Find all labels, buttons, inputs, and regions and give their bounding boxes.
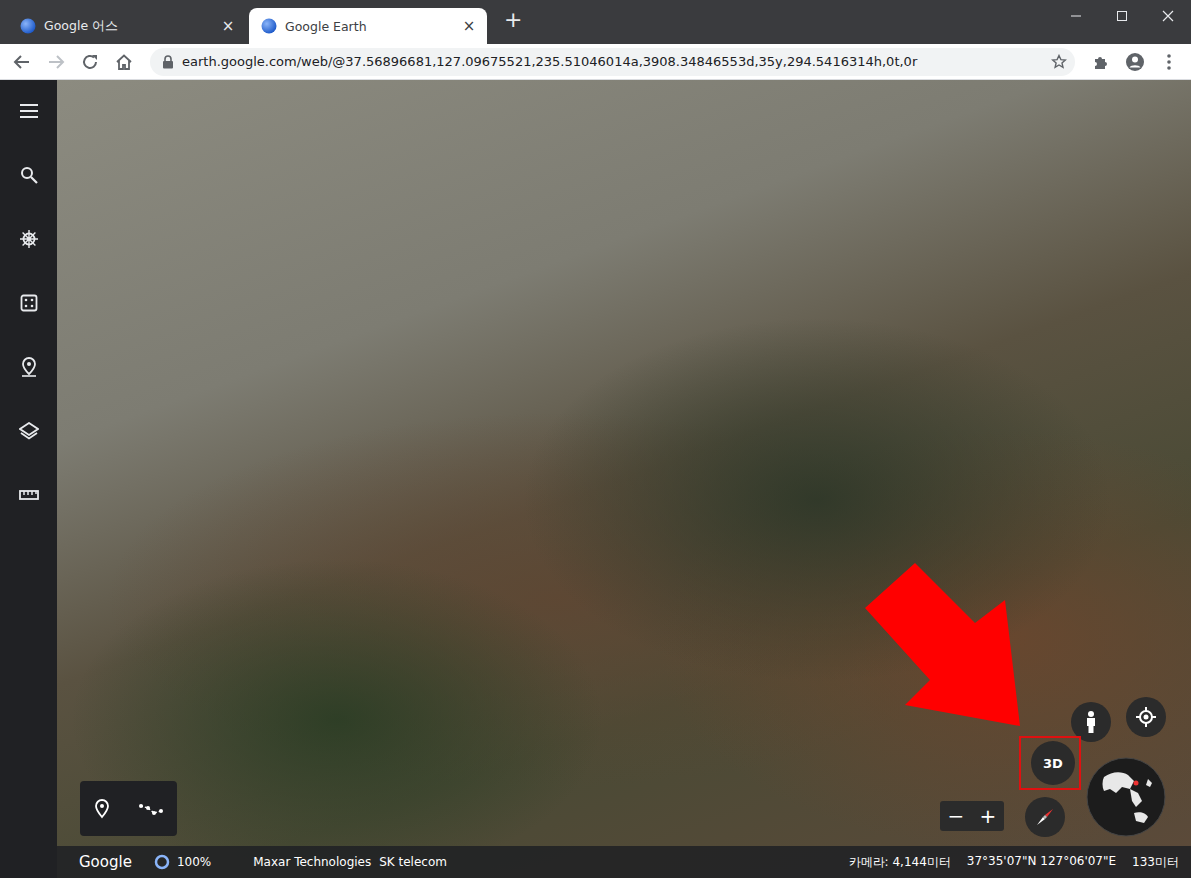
layers-icon[interactable] <box>15 417 43 445</box>
google-logo: Google <box>79 853 132 871</box>
ruler-icon[interactable] <box>15 481 43 509</box>
dice-icon[interactable] <box>15 289 43 317</box>
main-area: 3D −+ Google 100% Maxar Technologies SK telec… <box>0 80 1191 878</box>
red-arrow-icon <box>57 80 1057 784</box>
hamburger-menu-icon[interactable] <box>15 97 43 125</box>
coordinates: 37°35'07"N 127°06'07"E <box>967 854 1116 871</box>
minimize-icon[interactable] <box>1053 0 1099 32</box>
status-bar: Google 100% Maxar Technologies SK telecom 카메… <box>57 846 1191 878</box>
voyager-wheel-icon[interactable] <box>15 225 43 253</box>
tab-close[interactable]: × <box>461 17 477 35</box>
menu-dots-icon[interactable] <box>1155 48 1183 76</box>
add-placemark-icon[interactable] <box>94 799 110 819</box>
close-icon[interactable] <box>1145 0 1191 32</box>
globe-icon[interactable] <box>1086 757 1166 837</box>
sidebar <box>0 80 57 878</box>
zoom-in-button[interactable]: + <box>980 804 997 828</box>
url-text[interactable]: earth.google.com/web/@37.56896681,127.09… <box>182 54 1043 69</box>
favicon-icon <box>261 18 277 34</box>
my-location-button[interactable] <box>1126 697 1166 737</box>
zoom-out-button[interactable]: − <box>948 804 965 828</box>
satellite-map[interactable]: 3D −+ Google 100% Maxar Technologies SK telec… <box>57 80 1191 878</box>
back-icon[interactable] <box>8 48 36 76</box>
new-tab-button[interactable]: + <box>490 7 534 38</box>
extensions-icon[interactable] <box>1087 48 1115 76</box>
maximize-icon[interactable] <box>1099 0 1145 32</box>
view-3d-label: 3D <box>1043 756 1063 771</box>
tab-label: Google 어스 <box>44 18 212 35</box>
place-pin-icon[interactable] <box>15 353 43 381</box>
star-icon[interactable] <box>1051 54 1067 70</box>
camera-info: 카메라: 4,144미터 37°35'07"N 127°06'07"E 133미터 <box>849 854 1179 871</box>
home-icon[interactable] <box>110 48 138 76</box>
highlight-box <box>1019 736 1081 790</box>
tab-close[interactable]: × <box>220 17 236 35</box>
camera-altitude: 카메라: 4,144미터 <box>849 854 951 871</box>
window-controls <box>1053 0 1191 32</box>
loading-ring-icon <box>154 854 170 870</box>
tab-bar: Google 어스 × Google Earth × + <box>0 0 1191 44</box>
browser-tab[interactable]: Google 어스 × <box>8 8 246 44</box>
toolbar: earth.google.com/web/@37.56896681,127.09… <box>0 44 1191 80</box>
compass-icon[interactable] <box>1025 797 1065 837</box>
profile-icon[interactable] <box>1121 48 1149 76</box>
drawing-tools <box>80 781 177 836</box>
tab-label: Google Earth <box>285 19 453 34</box>
pegman-button[interactable] <box>1071 702 1111 742</box>
address-bar[interactable]: earth.google.com/web/@37.56896681,127.09… <box>150 48 1075 76</box>
reload-icon[interactable] <box>76 48 104 76</box>
browser-tab[interactable]: Google Earth × <box>249 8 487 44</box>
imagery-credit: SK telecom <box>379 855 447 869</box>
favicon-icon <box>20 18 36 34</box>
imagery-credit: Maxar Technologies <box>253 855 371 869</box>
view-3d-button[interactable]: 3D <box>1031 741 1075 785</box>
load-percent: 100% <box>177 855 211 869</box>
lock-icon <box>162 55 174 69</box>
draw-path-icon[interactable] <box>139 802 163 816</box>
zoom-controls: −+ <box>940 801 1004 831</box>
elevation: 133미터 <box>1132 854 1179 871</box>
forward-icon[interactable] <box>42 48 70 76</box>
search-icon[interactable] <box>15 161 43 189</box>
